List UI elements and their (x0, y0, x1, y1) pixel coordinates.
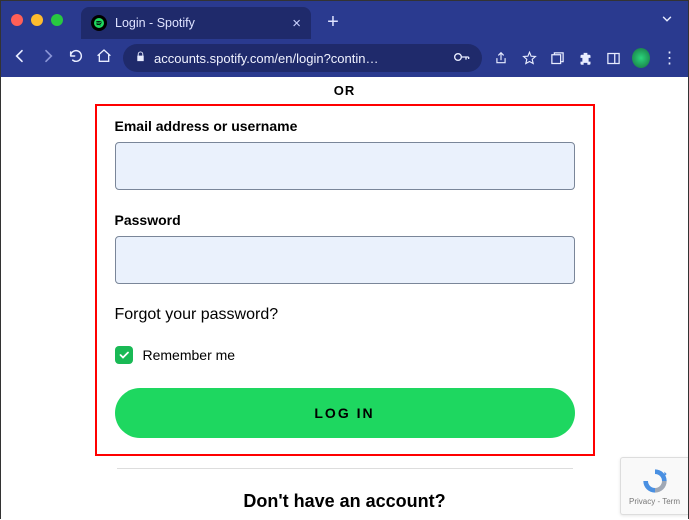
email-label: Email address or username (115, 118, 575, 134)
close-window-icon[interactable] (11, 14, 23, 26)
divider (117, 468, 573, 469)
recaptcha-text: Privacy - Term (629, 497, 680, 506)
remember-me-checkbox[interactable] (115, 346, 133, 364)
menu-button[interactable]: ⋮ (660, 49, 678, 67)
spotify-favicon-icon (91, 15, 107, 31)
login-form-highlight: Email address or username Password Forgo… (95, 104, 595, 456)
tab-dropdown-icon[interactable] (660, 12, 674, 29)
key-icon[interactable] (454, 51, 470, 66)
window-controls (11, 14, 63, 26)
password-label: Password (115, 212, 575, 228)
minimize-window-icon[interactable] (31, 14, 43, 26)
profile-extension-icon[interactable] (632, 49, 650, 67)
recaptcha-badge[interactable]: Privacy - Term (620, 457, 688, 515)
email-field[interactable] (115, 142, 575, 190)
browser-tab[interactable]: Login - Spotify × (81, 7, 311, 39)
page-content: OR Email address or username Password Fo… (1, 77, 688, 520)
panel-icon[interactable] (604, 49, 622, 67)
home-button[interactable] (95, 48, 113, 69)
forgot-password-link[interactable]: Forgot your password? (115, 306, 575, 324)
tab-bar: Login - Spotify × + (1, 1, 688, 39)
share-icon[interactable] (492, 49, 510, 67)
url-text: accounts.spotify.com/en/login?contin… (154, 51, 446, 66)
address-bar: accounts.spotify.com/en/login?contin… ⋮ (1, 39, 688, 77)
new-tab-button[interactable]: + (321, 11, 345, 34)
tab-title: Login - Spotify (115, 16, 284, 30)
extensions-icon[interactable] (576, 49, 594, 67)
lock-icon (135, 51, 146, 65)
url-input[interactable]: accounts.spotify.com/en/login?contin… (123, 44, 482, 72)
login-button[interactable]: LOG IN (115, 388, 575, 438)
or-divider: OR (1, 83, 688, 98)
bookmark-star-icon[interactable] (520, 49, 538, 67)
tabs-icon[interactable] (548, 49, 566, 67)
browser-chrome: Login - Spotify × + accounts.spotify.com… (1, 1, 688, 77)
maximize-window-icon[interactable] (51, 14, 63, 26)
remember-me-label: Remember me (143, 347, 236, 363)
remember-me-row[interactable]: Remember me (115, 346, 575, 364)
recaptcha-icon (640, 467, 670, 495)
tab-close-icon[interactable]: × (292, 15, 301, 32)
forward-button[interactable] (39, 48, 57, 69)
reload-button[interactable] (67, 48, 85, 69)
back-button[interactable] (11, 48, 29, 69)
signup-prompt: Don't have an account? (1, 491, 688, 512)
password-field[interactable] (115, 236, 575, 284)
